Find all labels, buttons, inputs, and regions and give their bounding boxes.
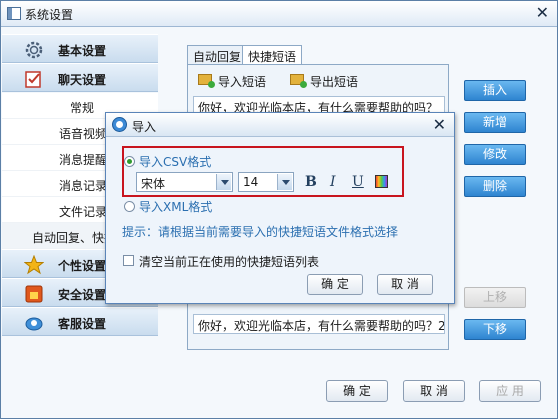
star-icon — [24, 255, 44, 275]
import-dialog-icon — [112, 117, 127, 132]
xml-format-radio[interactable] — [124, 201, 135, 212]
ok-button[interactable]: 确 定 — [326, 380, 388, 402]
window-app-icon — [7, 7, 21, 20]
gear-icon — [25, 41, 43, 59]
dialog-cancel-button[interactable]: 取 消 — [377, 274, 433, 295]
sidebar-item-label: 语音视频 — [59, 127, 108, 141]
phrase-list-item[interactable]: 你好，欢迎光临本店，有什么需要帮助的吗？2 — [193, 314, 445, 334]
move-up-button[interactable]: 上移 — [464, 287, 526, 308]
font-size-value: 14 — [243, 175, 259, 189]
csv-format-label: 导入CSV格式 — [139, 155, 212, 169]
shield-icon — [25, 285, 43, 303]
sidebar-category-label: 聊天设置 — [58, 73, 107, 87]
font-name-value: 宋体 — [141, 177, 166, 191]
dialog-ok-button[interactable]: 确 定 — [307, 274, 363, 295]
import-dialog-title-bar[interactable]: 导入 ✕ — [106, 113, 454, 137]
window-title: 系统设置 — [25, 8, 74, 22]
chat-settings-icon — [25, 71, 41, 88]
color-picker-icon[interactable] — [375, 175, 388, 188]
xml-format-label: 导入XML格式 — [139, 200, 213, 214]
import-dialog-title: 导入 — [132, 120, 157, 134]
customer-service-icon — [25, 317, 43, 331]
delete-button[interactable]: 删除 — [464, 176, 526, 197]
apply-button[interactable]: 应 用 — [479, 380, 541, 402]
chevron-down-icon — [216, 174, 231, 190]
move-down-button[interactable]: 下移 — [464, 319, 526, 340]
settings-window: 系统设置 ✕ 基本设置 聊天设置 常规 语音视频 消息提醒 消息记录 文件记录 … — [0, 0, 558, 419]
import-hint-text: 提示：请根据当前需要导入的快捷短语文件格式选择 — [122, 225, 399, 239]
folder-export-icon — [290, 74, 307, 88]
title-bar[interactable]: 系统设置 ✕ — [1, 1, 557, 27]
sidebar-item-label: 文件记录 — [59, 205, 108, 219]
sidebar-item-label: 常规 — [70, 101, 95, 115]
add-button[interactable]: 新增 — [464, 112, 526, 133]
clear-list-checkbox[interactable] — [123, 255, 134, 266]
window-close-icon[interactable]: ✕ — [536, 3, 549, 22]
sidebar-category-customer-service[interactable]: 客服设置 — [2, 307, 158, 336]
italic-button[interactable]: I — [330, 174, 336, 190]
sidebar-category-chat[interactable]: 聊天设置 — [2, 63, 158, 92]
sidebar-category-label: 安全设置 — [58, 288, 107, 302]
tab-quick-phrases[interactable]: 快捷短语 — [242, 45, 303, 66]
chevron-down-icon — [277, 174, 292, 190]
font-name-select[interactable]: 宋体 — [136, 172, 233, 192]
dialog-close-icon[interactable]: ✕ — [433, 115, 446, 134]
sidebar-category-label: 个性设置 — [58, 259, 107, 273]
insert-button[interactable]: 插入 — [464, 80, 526, 101]
underline-button[interactable]: U — [352, 174, 364, 190]
sidebar-category-label: 客服设置 — [58, 317, 107, 331]
sidebar-item-label: 消息记录 — [59, 179, 108, 193]
edit-button[interactable]: 修改 — [464, 144, 526, 165]
bold-button[interactable]: B — [305, 174, 317, 190]
tab-auto-reply[interactable]: 自动回复 — [187, 45, 248, 65]
folder-import-icon — [198, 74, 215, 88]
import-phrase-label: 导入短语 — [218, 75, 267, 89]
cancel-button[interactable]: 取 消 — [403, 380, 465, 402]
export-phrase-label: 导出短语 — [310, 75, 359, 89]
clear-list-label: 清空当前正在使用的快捷短语列表 — [139, 255, 320, 269]
font-size-select[interactable]: 14 — [238, 172, 294, 192]
sidebar-category-basic[interactable]: 基本设置 — [2, 34, 158, 63]
sidebar-item-label: 消息提醒 — [59, 153, 108, 167]
sidebar-category-label: 基本设置 — [58, 44, 107, 58]
csv-format-radio[interactable] — [124, 156, 135, 167]
import-dialog: 导入 ✕ 导入CSV格式 宋体 14 B I U 导入XML格式 提示：请根据当… — [105, 112, 455, 304]
